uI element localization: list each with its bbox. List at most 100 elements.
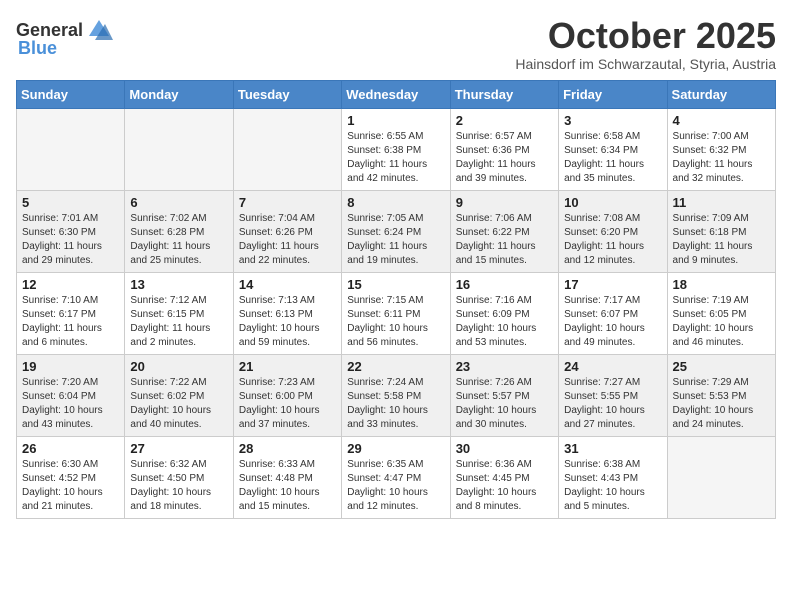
calendar-cell: 31 Sunrise: 6:38 AM Sunset: 4:43 PM Dayli… (559, 436, 667, 518)
title-block: October 2025 Hainsdorf im Schwarzautal, … (515, 16, 776, 72)
calendar-cell (233, 108, 341, 190)
calendar-cell: 19 Sunrise: 7:20 AM Sunset: 6:04 PM Dayli… (17, 354, 125, 436)
calendar-header-row: SundayMondayTuesdayWednesdayThursdayFrid… (17, 80, 776, 108)
calendar-cell: 7 Sunrise: 7:04 AM Sunset: 6:26 PM Daylig… (233, 190, 341, 272)
logo-icon (85, 16, 113, 44)
calendar-cell: 26Sunrise: 6:30 AM Sunset: 4:52 PM Dayli… (17, 436, 125, 518)
calendar-cell: 22 Sunrise: 7:24 AM Sunset: 5:58 PM Dayli… (342, 354, 450, 436)
calendar-week-row: 12 Sunrise: 7:10 AM Sunset: 6:17 PM Dayli… (17, 272, 776, 354)
month-title: October 2025 (515, 16, 776, 56)
day-info: Sunrise: 7:10 AM Sunset: 6:17 PM Dayligh… (22, 294, 119, 350)
location-title: Hainsdorf im Schwarzautal, Styria, Austr… (515, 56, 776, 72)
col-header-monday: Monday (125, 80, 233, 108)
day-info: Sunrise: 7:06 AM Sunset: 6:22 PM Dayligh… (456, 212, 553, 268)
calendar-week-row: 26Sunrise: 6:30 AM Sunset: 4:52 PM Dayli… (17, 436, 776, 518)
day-number: 31 (564, 441, 661, 456)
calendar-cell: 12 Sunrise: 7:10 AM Sunset: 6:17 PM Dayli… (17, 272, 125, 354)
day-number: 7 (239, 195, 336, 210)
day-number: 17 (564, 277, 661, 292)
day-number: 4 (673, 113, 770, 128)
col-header-friday: Friday (559, 80, 667, 108)
day-number: 10 (564, 195, 661, 210)
day-number: 19 (22, 359, 119, 374)
calendar-cell (125, 108, 233, 190)
day-number: 14 (239, 277, 336, 292)
day-info: Sunrise: 6:32 AM Sunset: 4:50 PM Dayligh… (130, 458, 227, 514)
calendar-cell: 27 Sunrise: 6:32 AM Sunset: 4:50 PM Dayli… (125, 436, 233, 518)
day-number: 5 (22, 195, 119, 210)
calendar-cell: 5Sunrise: 7:01 AM Sunset: 6:30 PM Daylig… (17, 190, 125, 272)
day-info: Sunrise: 6:55 AM Sunset: 6:38 PM Dayligh… (347, 130, 444, 186)
day-info: Sunrise: 6:38 AM Sunset: 4:43 PM Dayligh… (564, 458, 661, 514)
day-number: 12 (22, 277, 119, 292)
day-number: 29 (347, 441, 444, 456)
day-info: Sunrise: 6:58 AM Sunset: 6:34 PM Dayligh… (564, 130, 661, 186)
day-number: 30 (456, 441, 553, 456)
calendar-cell: 9 Sunrise: 7:06 AM Sunset: 6:22 PM Daylig… (450, 190, 558, 272)
day-number: 21 (239, 359, 336, 374)
col-header-tuesday: Tuesday (233, 80, 341, 108)
calendar-cell: 28 Sunrise: 6:33 AM Sunset: 4:48 PM Dayli… (233, 436, 341, 518)
day-number: 28 (239, 441, 336, 456)
col-header-saturday: Saturday (667, 80, 775, 108)
day-number: 9 (456, 195, 553, 210)
day-info: Sunrise: 7:16 AM Sunset: 6:09 PM Dayligh… (456, 294, 553, 350)
day-info: Sunrise: 7:05 AM Sunset: 6:24 PM Dayligh… (347, 212, 444, 268)
calendar-cell: 6 Sunrise: 7:02 AM Sunset: 6:28 PM Daylig… (125, 190, 233, 272)
calendar-cell: 8 Sunrise: 7:05 AM Sunset: 6:24 PM Daylig… (342, 190, 450, 272)
day-number: 13 (130, 277, 227, 292)
day-info: Sunrise: 6:33 AM Sunset: 4:48 PM Dayligh… (239, 458, 336, 514)
calendar-cell: 1Sunrise: 6:55 AM Sunset: 6:38 PM Daylig… (342, 108, 450, 190)
calendar-table: SundayMondayTuesdayWednesdayThursdayFrid… (16, 80, 776, 519)
day-info: Sunrise: 7:19 AM Sunset: 6:05 PM Dayligh… (673, 294, 770, 350)
day-info: Sunrise: 7:20 AM Sunset: 6:04 PM Dayligh… (22, 376, 119, 432)
day-number: 22 (347, 359, 444, 374)
calendar-cell: 3 Sunrise: 6:58 AM Sunset: 6:34 PM Daylig… (559, 108, 667, 190)
day-info: Sunrise: 7:24 AM Sunset: 5:58 PM Dayligh… (347, 376, 444, 432)
calendar-cell: 2Sunrise: 6:57 AM Sunset: 6:36 PM Daylig… (450, 108, 558, 190)
day-info: Sunrise: 7:02 AM Sunset: 6:28 PM Dayligh… (130, 212, 227, 268)
day-number: 15 (347, 277, 444, 292)
calendar-cell: 20 Sunrise: 7:22 AM Sunset: 6:02 PM Dayli… (125, 354, 233, 436)
day-number: 27 (130, 441, 227, 456)
logo: General Blue (16, 16, 113, 59)
day-info: Sunrise: 7:22 AM Sunset: 6:02 PM Dayligh… (130, 376, 227, 432)
day-number: 18 (673, 277, 770, 292)
calendar-cell: 13 Sunrise: 7:12 AM Sunset: 6:15 PM Dayli… (125, 272, 233, 354)
day-number: 20 (130, 359, 227, 374)
day-number: 3 (564, 113, 661, 128)
day-info: Sunrise: 7:08 AM Sunset: 6:20 PM Dayligh… (564, 212, 661, 268)
day-info: Sunrise: 7:13 AM Sunset: 6:13 PM Dayligh… (239, 294, 336, 350)
calendar-week-row: 1Sunrise: 6:55 AM Sunset: 6:38 PM Daylig… (17, 108, 776, 190)
calendar-cell: 29 Sunrise: 6:35 AM Sunset: 4:47 PM Dayli… (342, 436, 450, 518)
page-header: General Blue October 2025 Hainsdorf im S… (16, 16, 776, 72)
day-number: 24 (564, 359, 661, 374)
day-number: 23 (456, 359, 553, 374)
calendar-cell: 23 Sunrise: 7:26 AM Sunset: 5:57 PM Dayli… (450, 354, 558, 436)
day-number: 26 (22, 441, 119, 456)
calendar-cell: 16 Sunrise: 7:16 AM Sunset: 6:09 PM Dayli… (450, 272, 558, 354)
day-number: 6 (130, 195, 227, 210)
day-info: Sunrise: 7:27 AM Sunset: 5:55 PM Dayligh… (564, 376, 661, 432)
col-header-wednesday: Wednesday (342, 80, 450, 108)
col-header-thursday: Thursday (450, 80, 558, 108)
calendar-cell: 4 Sunrise: 7:00 AM Sunset: 6:32 PM Daylig… (667, 108, 775, 190)
day-info: Sunrise: 7:12 AM Sunset: 6:15 PM Dayligh… (130, 294, 227, 350)
day-info: Sunrise: 7:26 AM Sunset: 5:57 PM Dayligh… (456, 376, 553, 432)
day-info: Sunrise: 6:35 AM Sunset: 4:47 PM Dayligh… (347, 458, 444, 514)
calendar-cell: 10 Sunrise: 7:08 AM Sunset: 6:20 PM Dayli… (559, 190, 667, 272)
day-info: Sunrise: 7:00 AM Sunset: 6:32 PM Dayligh… (673, 130, 770, 186)
day-info: Sunrise: 7:04 AM Sunset: 6:26 PM Dayligh… (239, 212, 336, 268)
calendar-cell (667, 436, 775, 518)
calendar-cell: 24 Sunrise: 7:27 AM Sunset: 5:55 PM Dayli… (559, 354, 667, 436)
calendar-week-row: 5Sunrise: 7:01 AM Sunset: 6:30 PM Daylig… (17, 190, 776, 272)
calendar-week-row: 19 Sunrise: 7:20 AM Sunset: 6:04 PM Dayli… (17, 354, 776, 436)
calendar-cell: 21Sunrise: 7:23 AM Sunset: 6:00 PM Dayli… (233, 354, 341, 436)
day-number: 16 (456, 277, 553, 292)
day-number: 8 (347, 195, 444, 210)
day-info: Sunrise: 7:17 AM Sunset: 6:07 PM Dayligh… (564, 294, 661, 350)
calendar-cell (17, 108, 125, 190)
calendar-cell: 11Sunrise: 7:09 AM Sunset: 6:18 PM Dayli… (667, 190, 775, 272)
logo-blue: Blue (18, 38, 57, 59)
calendar-cell: 14 Sunrise: 7:13 AM Sunset: 6:13 PM Dayli… (233, 272, 341, 354)
